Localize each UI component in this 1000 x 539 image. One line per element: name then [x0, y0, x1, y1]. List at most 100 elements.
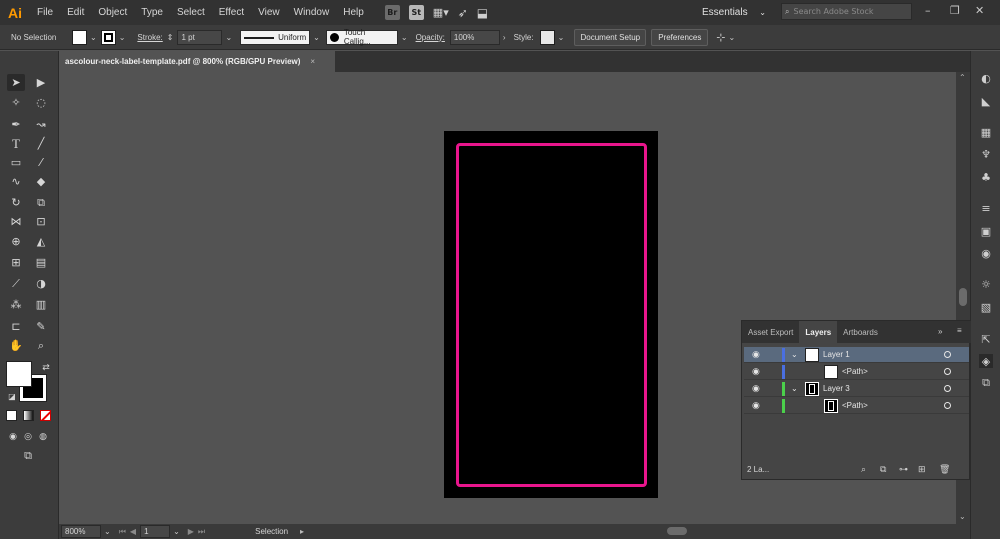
perspective-grid-icon[interactable]: ◭: [32, 233, 50, 250]
stroke-weight-field[interactable]: 1 pt: [177, 29, 223, 45]
stroke-panel-icon[interactable]: ≡: [979, 201, 993, 215]
panel-menu-icon[interactable]: ≡: [957, 326, 962, 335]
screen-mode-icon[interactable]: ⧉: [19, 447, 37, 464]
tab-asset-export[interactable]: Asset Export: [742, 321, 799, 343]
bridge-icon[interactable]: Br: [384, 5, 400, 20]
paintbrush-icon[interactable]: ⁄: [32, 154, 50, 171]
menu-select[interactable]: Select: [170, 7, 212, 18]
hand-tool-icon[interactable]: ✋: [7, 337, 25, 354]
chevron-down-icon[interactable]: ⌄: [119, 33, 126, 42]
graphic-styles-panel-icon[interactable]: ▧: [979, 300, 993, 314]
visibility-eye-icon[interactable]: ◉: [752, 400, 760, 411]
swap-colors-icon[interactable]: ⇄: [37, 359, 55, 376]
layers-panel-icon[interactable]: ◈: [979, 354, 993, 368]
vertical-scroll-thumb[interactable]: [959, 288, 967, 306]
new-layer-icon[interactable]: ⊞: [918, 464, 926, 475]
layer-row-layer-1[interactable]: ◉ ⌄ Layer 1: [744, 347, 969, 363]
locate-object-icon[interactable]: ⌕: [861, 464, 866, 475]
stepper-icon[interactable]: ⇕: [167, 33, 174, 42]
transparency-panel-icon[interactable]: ◉: [979, 246, 993, 260]
arrange-documents-icon[interactable]: ▦▾: [433, 6, 449, 19]
eraser-icon[interactable]: ◆: [32, 173, 50, 190]
brush-select[interactable]: Touch Callig...: [325, 28, 398, 46]
lasso-icon[interactable]: ◌: [32, 94, 50, 111]
color-panel-icon[interactable]: ◐: [979, 71, 993, 85]
layer-row-layer-3[interactable]: ◉ ⌄ Layer 3: [744, 381, 969, 397]
path-name[interactable]: <Path>: [842, 367, 868, 376]
close-icon[interactable]: ✕: [975, 4, 984, 17]
shaper-tool-icon[interactable]: ∿: [7, 173, 25, 190]
visibility-eye-icon[interactable]: ◉: [752, 366, 760, 377]
chevron-down-icon[interactable]: ⌄: [225, 33, 232, 42]
zoom-field[interactable]: 800%: [61, 525, 101, 538]
opacity-field[interactable]: 100%: [449, 29, 500, 45]
menu-effect[interactable]: Effect: [212, 7, 251, 18]
previous-artboard-icon[interactable]: ◀: [130, 527, 136, 536]
delete-layer-icon[interactable]: 🗑: [939, 464, 950, 475]
magic-wand-icon[interactable]: ✧: [7, 94, 25, 111]
menu-edit[interactable]: Edit: [60, 7, 91, 18]
target-circle-icon[interactable]: [944, 385, 951, 392]
draw-inside-icon[interactable]: ◍: [34, 428, 52, 445]
chevron-down-icon[interactable]: ⌄: [729, 33, 736, 42]
width-tool-icon[interactable]: ⋈: [7, 213, 25, 230]
eyedropper-icon[interactable]: ⟋: [7, 275, 25, 292]
symbol-sprayer-icon[interactable]: ⁂: [7, 296, 25, 313]
tab-artboards[interactable]: Artboards: [837, 321, 884, 343]
type-tool-icon[interactable]: T: [7, 135, 25, 152]
rectangle-tool-icon[interactable]: ▭: [7, 154, 25, 171]
workspace-switcher[interactable]: Essentials ⌄: [702, 4, 766, 20]
target-circle-icon[interactable]: [944, 351, 951, 358]
scroll-up-icon[interactable]: ⌃: [959, 73, 966, 82]
slice-tool-icon[interactable]: ✎: [32, 318, 50, 335]
horizontal-scroll-thumb[interactable]: [667, 527, 687, 535]
artboards-panel-icon[interactable]: ⧉: [979, 376, 993, 390]
selection-tool-icon[interactable]: ➤: [7, 74, 25, 91]
visibility-eye-icon[interactable]: ◉: [752, 383, 760, 394]
stroke-swatch[interactable]: [100, 29, 116, 45]
mesh-tool-icon[interactable]: ⊞: [7, 254, 25, 271]
layer-row-path[interactable]: ◉ <Path>: [744, 398, 969, 414]
line-tool-icon[interactable]: ╱: [32, 135, 50, 152]
brushes-panel-icon[interactable]: ♆: [979, 147, 993, 161]
swatches-panel-icon[interactable]: ▦: [979, 125, 993, 139]
minimize-icon[interactable]: –: [925, 4, 931, 17]
menu-help[interactable]: Help: [336, 7, 371, 18]
menu-view[interactable]: View: [251, 7, 287, 18]
artboard-number-field[interactable]: 1: [140, 525, 171, 538]
chevron-down-icon[interactable]: ⌄: [401, 33, 408, 42]
collapse-panel-icon[interactable]: »: [938, 327, 942, 336]
opacity-label[interactable]: Opacity:: [416, 33, 445, 42]
color-mode-icon[interactable]: [6, 410, 17, 421]
chevron-down-icon[interactable]: ⌄: [173, 527, 180, 536]
document-tab[interactable]: ascolour-neck-label-template.pdf @ 800% …: [59, 51, 335, 72]
make-clipping-mask-icon[interactable]: ⧉: [880, 464, 886, 475]
curvature-tool-icon[interactable]: ↝: [32, 116, 50, 133]
fill-swatch[interactable]: [72, 29, 87, 45]
path-name[interactable]: <Path>: [842, 401, 868, 410]
chevron-down-icon[interactable]: ⌄: [90, 33, 97, 42]
target-circle-icon[interactable]: [944, 402, 951, 409]
default-colors-icon[interactable]: ◪: [3, 388, 21, 405]
symbols-panel-icon[interactable]: ♣: [979, 170, 993, 184]
direct-selection-tool-icon[interactable]: ▶: [32, 74, 50, 91]
menu-file[interactable]: File: [30, 7, 60, 18]
maximize-icon[interactable]: ❐: [950, 4, 960, 17]
chevron-down-icon[interactable]: ⌄: [104, 527, 111, 536]
status-menu-icon[interactable]: ▸: [300, 527, 304, 536]
color-guide-icon[interactable]: ◣: [979, 94, 993, 108]
fill-color-swatch[interactable]: [6, 361, 32, 387]
style-swatch[interactable]: [539, 29, 555, 45]
scale-tool-icon[interactable]: ⧉: [32, 194, 50, 211]
free-transform-icon[interactable]: ⊡: [32, 213, 50, 230]
menu-window[interactable]: Window: [287, 7, 337, 18]
artboard-tool-icon[interactable]: ⊏: [7, 318, 25, 335]
visibility-eye-icon[interactable]: ◉: [752, 349, 760, 360]
zoom-tool-icon[interactable]: ⌕: [32, 337, 50, 354]
chevron-down-icon[interactable]: ⌄: [558, 33, 565, 42]
pen-tool-icon[interactable]: ✒: [7, 116, 25, 133]
layer-name[interactable]: Layer 1: [823, 350, 850, 359]
transform-icon[interactable]: ⊹: [716, 31, 725, 44]
last-artboard-icon[interactable]: ⏭: [198, 527, 205, 537]
rotate-tool-icon[interactable]: ↻: [7, 194, 25, 211]
